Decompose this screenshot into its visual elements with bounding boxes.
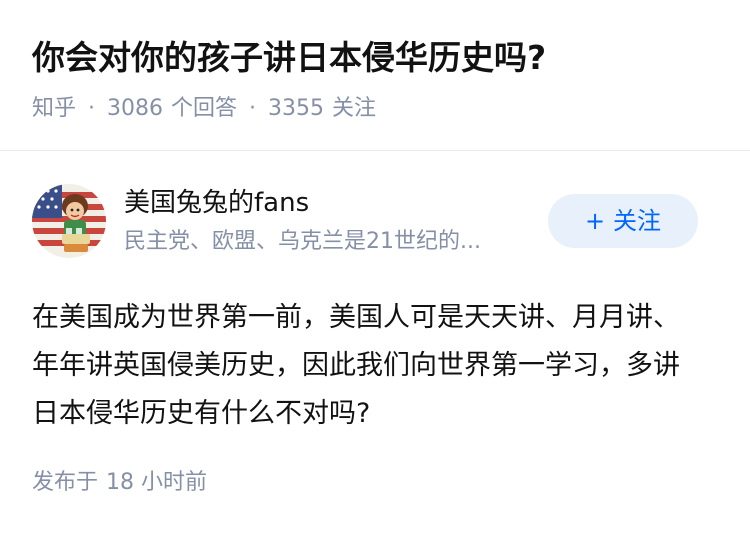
publish-time: 发布于 18 小时前 — [32, 466, 207, 500]
answer-card: 美国兔兔的fans 民主党、欧盟、乌克兰是21世纪的... + 关注 在美国成为世… — [32, 184, 718, 438]
meta-separator: · — [88, 96, 96, 121]
question-meta: 知乎 · 3086 个回答 · 3355 关注 — [32, 92, 722, 126]
publish-time-value: 18 小时前 — [106, 470, 208, 495]
author-row: 美国兔兔的fans 民主党、欧盟、乌克兰是21世纪的... + 关注 — [32, 184, 718, 260]
answer-content[interactable]: 在美国成为世界第一前，美国人可是天天讲、月月讲、年年讲英国侵美历史，因此我们向世… — [32, 294, 702, 438]
follow-button-label: 关注 — [613, 207, 662, 235]
source-label[interactable]: 知乎 — [32, 96, 76, 121]
author-name[interactable]: 美国兔兔的fans — [124, 184, 309, 222]
publish-label: 发布于 — [32, 470, 99, 495]
answer-count-label: 个回答 — [171, 96, 238, 121]
plus-icon: + — [584, 207, 606, 235]
meta-separator: · — [249, 96, 257, 121]
question-header: 你会对你的孩子讲日本侵华历史吗? 知乎 · 3086 个回答 · 3355 关注 — [32, 30, 722, 126]
avatar[interactable] — [32, 184, 106, 258]
follow-button[interactable]: + 关注 — [548, 194, 698, 248]
author-bio: 民主党、欧盟、乌克兰是21世纪的... — [124, 229, 481, 254]
follower-count: 3355 — [268, 96, 325, 121]
answer-count: 3086 — [107, 96, 164, 121]
question-title[interactable]: 你会对你的孩子讲日本侵华历史吗? — [32, 30, 722, 86]
cartoon-character-avatar-icon — [32, 184, 106, 258]
divider — [0, 150, 750, 151]
follower-count-label: 关注 — [332, 96, 377, 121]
